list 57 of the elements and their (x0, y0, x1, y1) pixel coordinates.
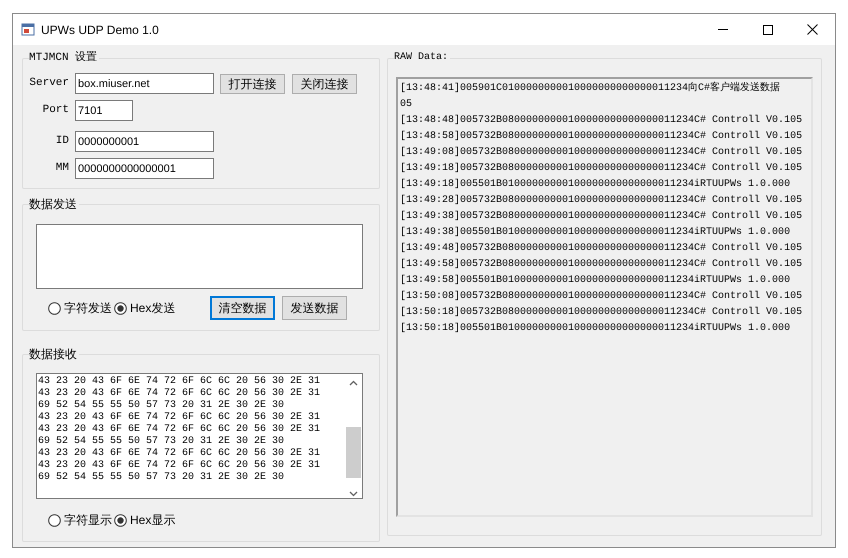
raw-data-line: [13:49:18]005501B01000000000100000000000000011234iRTUUPWs 1.0.000 (400, 178, 792, 192)
raw-data-line: [13:49:58]005501B01000000000100000000000000011234iRTUUPWs 1.0.000 (400, 274, 792, 288)
scroll-down-icon[interactable] (349, 491, 358, 497)
maximize-icon (762, 24, 772, 34)
scroll-up-icon[interactable] (349, 380, 358, 386)
connect-button[interactable]: 关闭连接 (292, 74, 357, 94)
raw-data-line: [13:50:18]005732B08000000000100000000000000011234C# Controll V0.105 (400, 306, 804, 320)
connect-button[interactable]: 打开连接 (220, 74, 285, 94)
raw-data-line: [13:49:18]005732B08000000000100000000000000011234C# Controll V0.105 (400, 162, 804, 176)
raw-data-line: [13:50:18]005501B01000000000100000000000000011234iRTUUPWs 1.0.000 (400, 322, 792, 336)
text-field[interactable]: box.miuser.net (75, 73, 214, 94)
text-field[interactable]: 0000000000000001 (75, 158, 214, 179)
close-icon (807, 24, 818, 35)
field-label: Server (28, 76, 70, 92)
hex-line: 43 23 20 43 6F 6E 74 72 6F 6C 6C 20 56 30 2E 31 (38, 412, 322, 424)
hex-line: 43 23 20 43 6F 6E 74 72 6F 6C 6C 20 56 30 2E 31 (38, 460, 322, 472)
raw-data-line: [13:50:08]005732B08000000000100000000000000011234C# Controll V0.105 (400, 290, 804, 304)
raw-data-line: [13:48:58]005732B08000000000100000000000000011234C# Controll V0.105 (400, 130, 804, 144)
hex-line: 69 52 54 55 55 50 57 73 20 31 2E 30 2E 30 (38, 436, 286, 448)
radio-selected-icon[interactable] (114, 514, 127, 526)
raw-data-line: [13:48:41]005901C0100000000010000000000000011234向C#客户端发送数据 (400, 81, 782, 96)
hex-line: 43 23 20 43 6F 6E 74 72 6F 6C 6C 20 56 30 2E 31 (38, 424, 322, 436)
radio-option[interactable]: Hex显示 (114, 511, 176, 529)
hex-line: 43 23 20 43 6F 6E 74 72 6F 6C 6C 20 56 30 2E 31 (38, 448, 322, 460)
action-button[interactable]: 发送数据 (282, 296, 347, 320)
hex-line: 43 23 20 43 6F 6E 74 72 6F 6C 6C 20 56 30 2E 31 (38, 376, 322, 388)
field-label: ID (54, 134, 70, 150)
raw-data-line: [13:49:58]005732B08000000000100000000000000011234C# Controll V0.105 (400, 258, 804, 272)
app-icon (21, 22, 35, 36)
receive-text-area[interactable] (36, 373, 363, 499)
radio-selected-icon[interactable] (114, 302, 127, 314)
raw-data-line: [13:49:48]005732B08000000000100000000000000011234C# Controll V0.105 (400, 242, 804, 256)
raw-data-line: [13:49:38]005501B01000000000100000000000000011234iRTUUPWs 1.0.000 (400, 226, 792, 240)
hex-line: 43 23 20 43 6F 6E 74 72 6F 6C 6C 20 56 30 2E 31 (38, 388, 322, 400)
group-title: 数据发送 (29, 196, 79, 212)
hex-line: 69 52 54 55 55 50 57 73 20 31 2E 30 2E 30 (38, 400, 286, 412)
raw-data-line: 05 (400, 98, 414, 112)
field-label: Port (42, 103, 70, 118)
radio-option[interactable]: Hex发送 (114, 299, 176, 317)
window-title: UPWs UDP Demo 1.0 (41, 22, 159, 38)
scroll-thumb[interactable] (346, 427, 361, 478)
text-field[interactable]: 0000000001 (75, 131, 214, 152)
raw-data-line: [13:49:08]005732B08000000000100000000000000011234C# Controll V0.105 (400, 146, 804, 160)
radio-option[interactable]: 字符发送 (48, 299, 112, 317)
text-field[interactable]: 7101 (75, 100, 133, 121)
send-text-area[interactable] (36, 224, 363, 289)
minimize-icon (718, 29, 728, 30)
action-button[interactable]: 清空数据 (210, 296, 275, 320)
field-label: MM (54, 161, 70, 176)
group-title: 数据接收 (29, 346, 79, 362)
hex-line: 69 52 54 55 55 50 57 73 20 31 2E 30 2E 30 (38, 472, 286, 484)
raw-data-line: [13:48:48]005732B08000000000100000000000000011234C# Controll V0.105 (400, 114, 804, 128)
raw-data-line: [13:49:38]005732B08000000000100000000000000011234C# Controll V0.105 (400, 210, 804, 224)
radio-empty-icon[interactable] (48, 302, 61, 314)
raw-data-line: [13:49:28]005732B08000000000100000000000000011234C# Controll V0.105 (400, 194, 804, 208)
radio-empty-icon[interactable] (48, 514, 61, 526)
radio-option[interactable]: 字符显示 (48, 511, 112, 529)
